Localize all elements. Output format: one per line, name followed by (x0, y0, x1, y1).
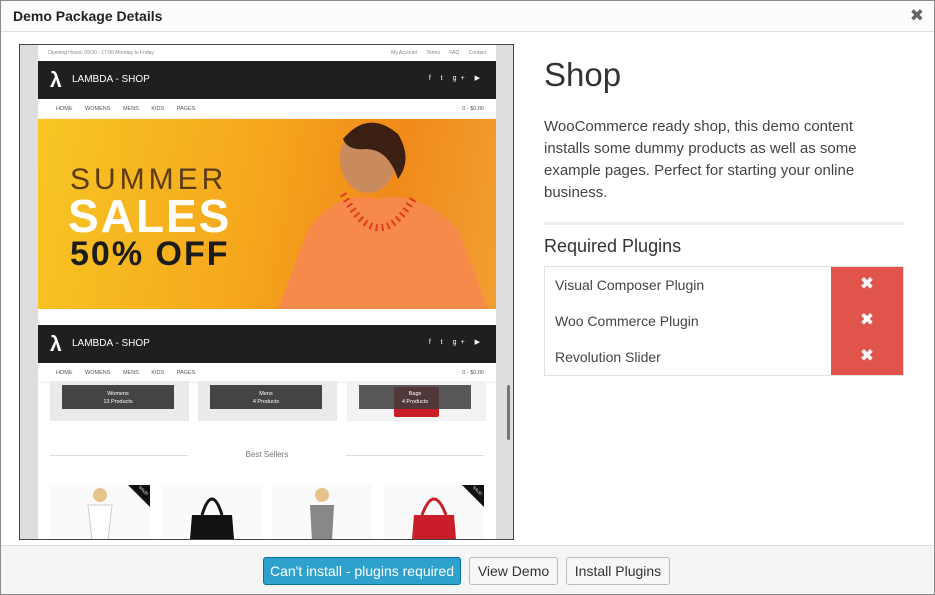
category-name: Bags (408, 391, 422, 397)
shop-name-sticky: LAMBDA - SHOP (72, 338, 150, 349)
preview-topbar: Opening Hours: 09:00 - 17:00 Monday to F… (38, 45, 496, 61)
nav-kids: KIDS (151, 106, 165, 112)
category-womens: Womens 13 Products (50, 381, 189, 421)
preview-scrollbar[interactable] (507, 385, 510, 440)
product-thumb: SALE! (384, 485, 484, 539)
preview-nav-sticky: HOME WOMENS MENS KIDS PAGES 0 - $0.00 (38, 363, 496, 383)
link-my-account: My Account (391, 50, 417, 56)
social-icons-sticky: f t g+ ▶ (428, 339, 484, 346)
product-image (87, 488, 113, 539)
link-terms: Terms (426, 50, 440, 56)
close-icon[interactable]: ✖ (910, 6, 924, 26)
shop-name: LAMBDA - SHOP (72, 74, 150, 85)
required-plugins-heading: Required Plugins (544, 236, 682, 256)
demo-preview: Opening Hours: 09:00 - 17:00 Monday to F… (19, 44, 514, 540)
social-icons: f t g+ ▶ (428, 75, 484, 82)
link-contact: Contact (468, 50, 486, 56)
category-count: 4 Products (401, 399, 429, 405)
category-mens: Mens 4 Products (198, 381, 337, 421)
nav-womens: WOMENS (85, 106, 111, 112)
package-title: Shop (544, 56, 622, 93)
nav-kids: KIDS (151, 370, 165, 376)
package-description: WooCommerce ready shop, this demo conten… (544, 118, 857, 201)
category-name: Womens (107, 391, 129, 397)
nav-womens: WOMENS (85, 370, 111, 376)
preview-site: Opening Hours: 09:00 - 17:00 Monday to F… (38, 45, 496, 539)
nav-mens: MENS (122, 370, 139, 376)
missing-x-icon: ✖ (859, 274, 875, 293)
required-plugins-list: Visual Composer Plugin Woo Commerce Plug… (544, 266, 904, 376)
category-bags: Bags 4 Products (347, 381, 486, 421)
view-demo-button[interactable]: View Demo (469, 557, 558, 585)
preview-nav: HOME WOMENS MENS KIDS PAGES 0 - $0.00 (38, 99, 496, 119)
modal-header: Demo Package Details ✖ (1, 1, 934, 32)
plugin-name: Revolution Slider (555, 349, 661, 365)
category-count: 13 Products (103, 399, 133, 405)
modal-title: Demo Package Details (13, 8, 163, 24)
summer-sales-banner: SUMMER SALES 50% OFF (38, 119, 496, 309)
preview-header: λ LAMBDA - SHOP f t g+ ▶ (38, 61, 496, 99)
best-sellers-heading: Best Sellers (245, 450, 289, 459)
model-photo (278, 122, 488, 309)
cart-total: 0 - $0.00 (462, 106, 484, 112)
preview-header-sticky: λ LAMBDA - SHOP f t g+ ▶ (38, 325, 496, 363)
lambda-logo-icon: λ (50, 333, 62, 356)
nav-home: HOME (56, 370, 73, 376)
product-image (310, 488, 334, 539)
nav-pages: PAGES (176, 106, 196, 112)
top-links: My Account Terms FAQ Contact (383, 50, 486, 61)
opening-hours: Opening Hours: 09:00 - 17:00 Monday to F… (48, 50, 154, 56)
nav-pages: PAGES (176, 370, 196, 376)
category-name: Mens (259, 391, 273, 397)
demo-package-modal: Demo Package Details ✖ Opening Hours: 09… (0, 0, 935, 595)
category-count: 4 Products (252, 399, 280, 405)
bag-black-image (190, 497, 234, 539)
nav-home: HOME (56, 106, 73, 112)
link-faq: FAQ (449, 50, 460, 56)
banner-line3: 50% OFF (70, 235, 230, 273)
missing-x-icon: ✖ (859, 310, 875, 329)
plugin-name: Woo Commerce Plugin (555, 313, 699, 329)
missing-x-icon: ✖ (859, 346, 875, 365)
modal-footer: Can't install - plugins required View De… (1, 545, 934, 594)
nav-mens: MENS (122, 106, 139, 112)
cant-install-button[interactable]: Can't install - plugins required (263, 557, 461, 585)
section-divider (544, 222, 904, 225)
lambda-logo-icon: λ (50, 69, 62, 92)
install-plugins-button[interactable]: Install Plugins (566, 557, 670, 585)
plugin-name: Visual Composer Plugin (555, 277, 705, 293)
cart-total-sticky: 0 - $0.00 (462, 370, 484, 376)
product-thumb (162, 485, 262, 539)
product-thumb: SALE! (50, 485, 150, 539)
plugin-status-column: ✖ ✖ ✖ (831, 267, 903, 375)
bag-red-image (412, 497, 456, 539)
product-thumb (272, 485, 372, 539)
category-tiles: Womens 13 Products Mens 4 Products Bags 4 P… (38, 381, 496, 421)
